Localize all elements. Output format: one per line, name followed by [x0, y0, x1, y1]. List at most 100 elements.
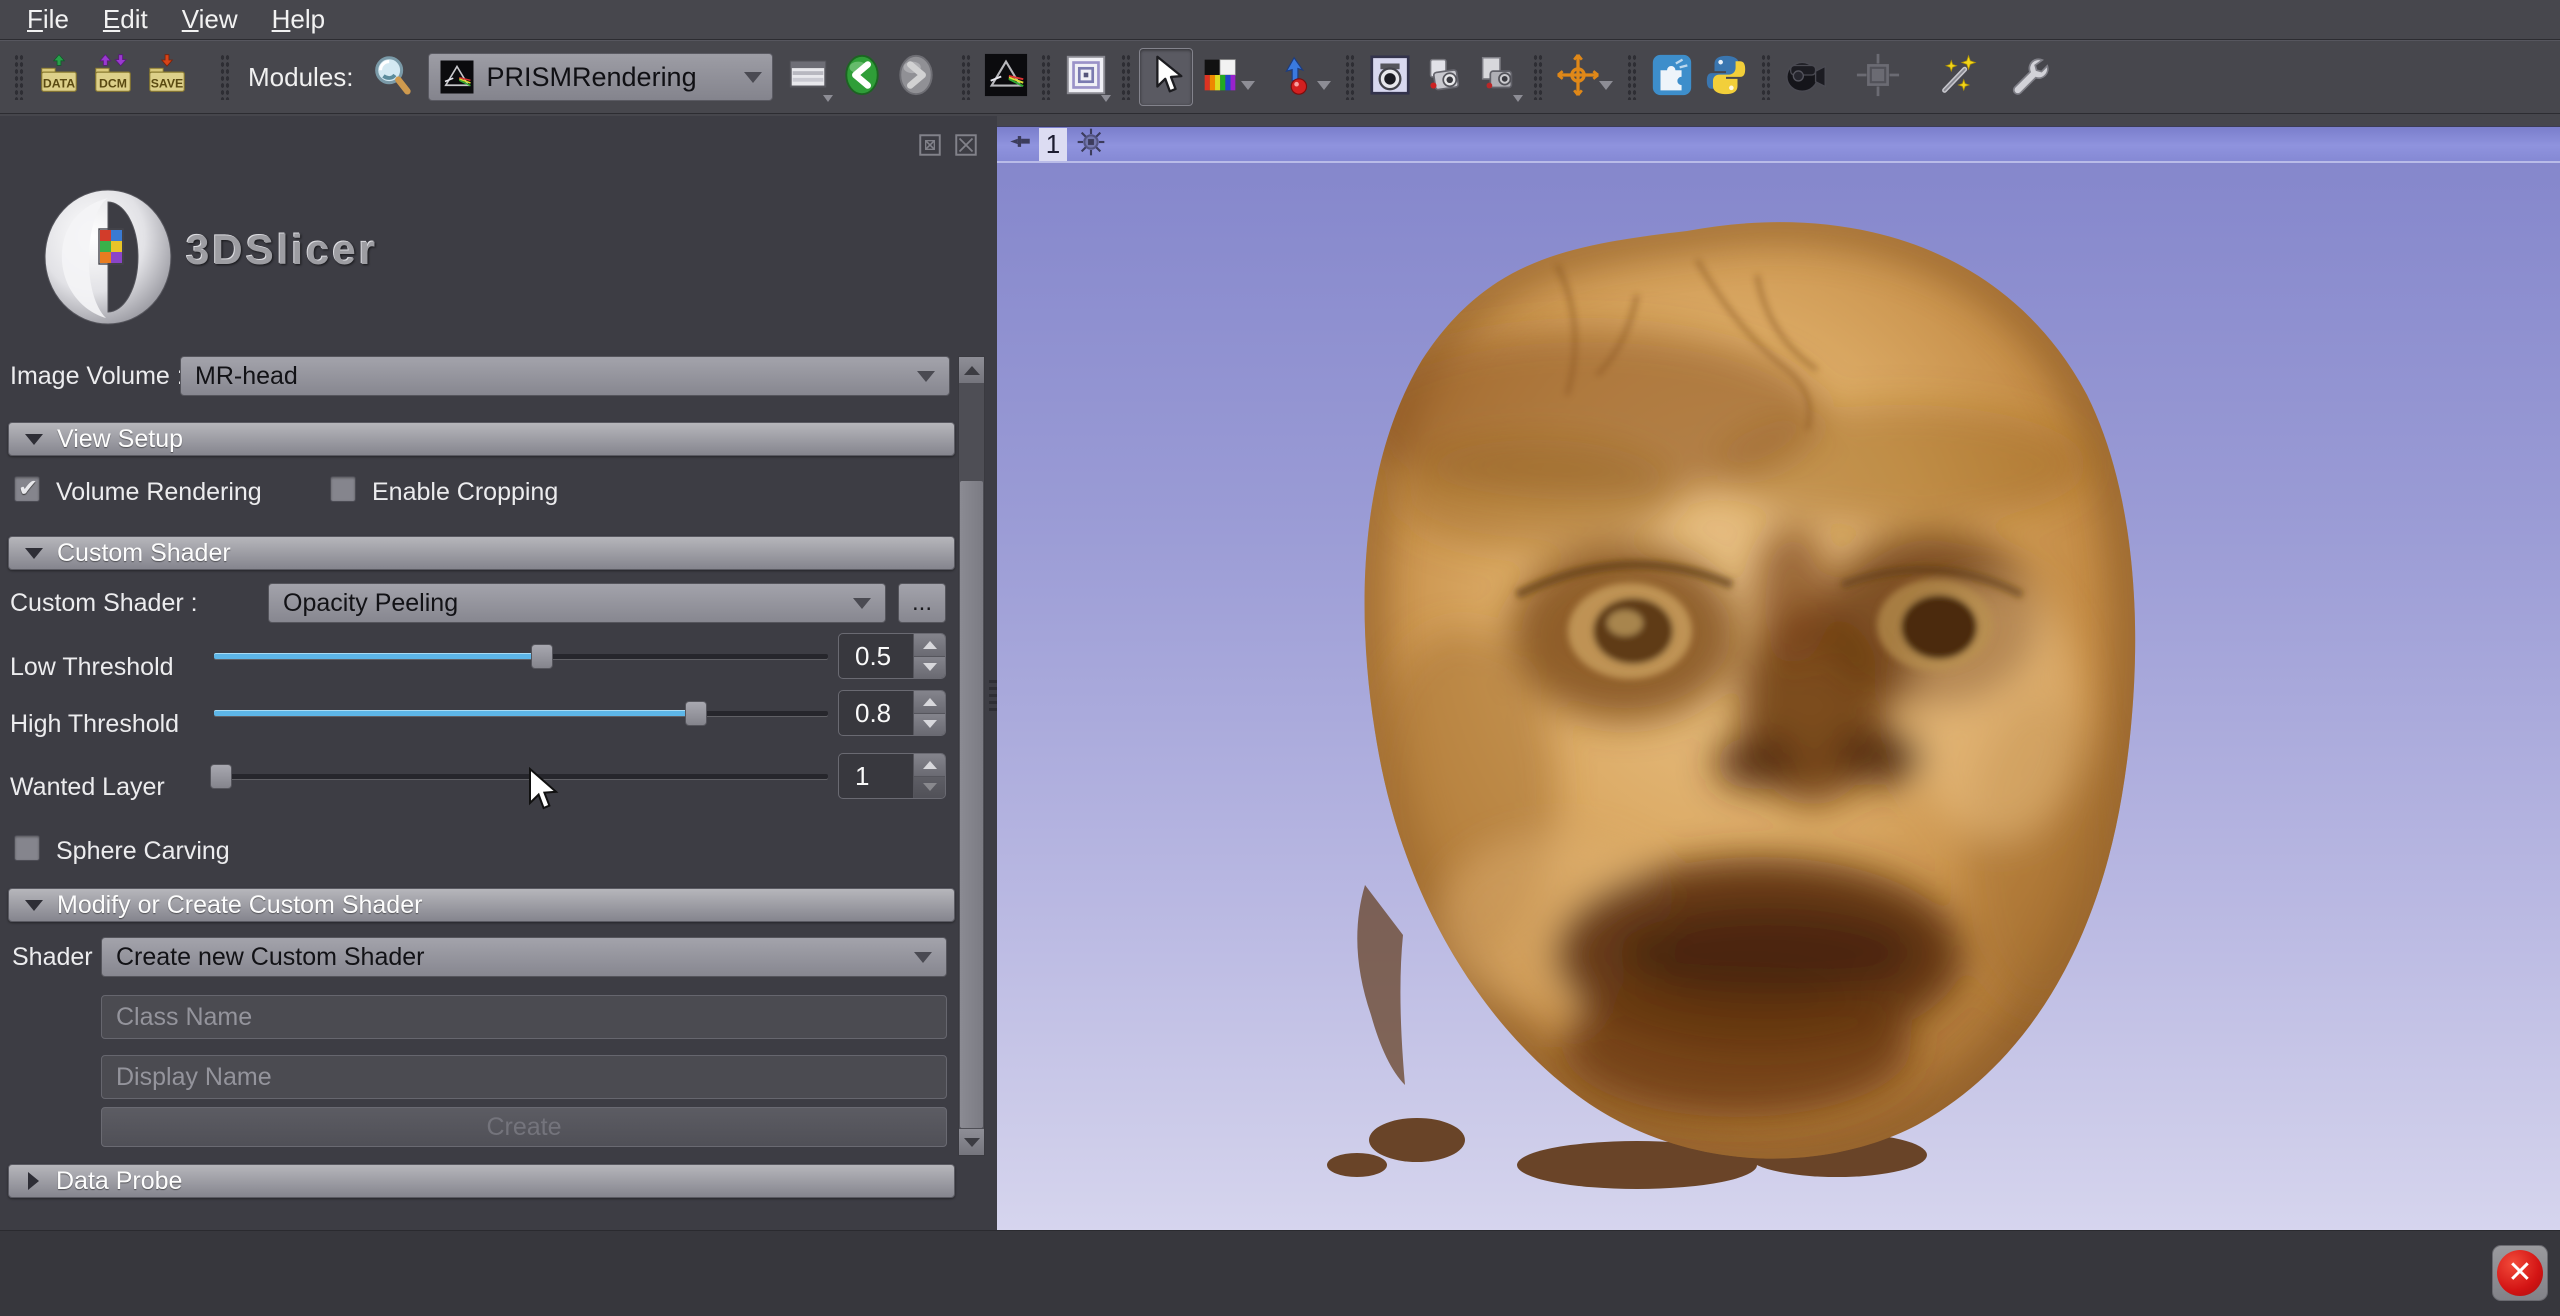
- colors-module-button[interactable]: [1193, 48, 1247, 106]
- pin-icon[interactable]: [1007, 129, 1033, 160]
- load-dicom-button[interactable]: DCM: [86, 48, 140, 106]
- slider-handle[interactable]: [685, 701, 707, 726]
- toolbar-drag-handle[interactable]: [1761, 54, 1771, 100]
- toolbar-drag-handle[interactable]: [1041, 54, 1051, 100]
- high-threshold-spinbox[interactable]: 0.8: [838, 690, 946, 736]
- video-capture-button[interactable]: [1779, 48, 1833, 106]
- chevron-down-icon: [914, 952, 932, 963]
- python-console-button[interactable]: [1699, 48, 1753, 106]
- prism-module-icon: [983, 52, 1029, 103]
- spin-down-button[interactable]: [914, 714, 945, 736]
- module-selector-value: PRISMRendering: [487, 62, 732, 93]
- section-custom-shader[interactable]: Custom Shader: [8, 536, 955, 570]
- menu-file[interactable]: File: [10, 4, 86, 35]
- wanted-layer-spinbox[interactable]: 1: [838, 753, 946, 799]
- enable-cropping-checkbox[interactable]: [330, 476, 356, 502]
- spin-down-button[interactable]: [914, 657, 945, 679]
- slider-handle[interactable]: [531, 644, 553, 669]
- scroll-down-button[interactable]: [959, 1129, 984, 1155]
- forward-arrow-icon: [893, 52, 939, 103]
- collapse-triangle-icon: [25, 900, 43, 911]
- crosshair-button[interactable]: [1551, 48, 1605, 106]
- undock-panel-icon[interactable]: [917, 132, 943, 163]
- screenshot-button[interactable]: [1363, 48, 1417, 106]
- spin-up-button[interactable]: [914, 754, 945, 777]
- chevron-down-icon: [1317, 81, 1331, 90]
- image-volume-label: Image Volume :: [10, 362, 184, 391]
- menu-view[interactable]: View: [165, 4, 255, 35]
- layout-selector-button[interactable]: [1059, 48, 1113, 106]
- wanted-layer-slider[interactable]: [214, 763, 828, 789]
- shader-more-button[interactable]: ...: [898, 583, 946, 623]
- custom-shader-title: Custom Shader: [57, 539, 231, 568]
- toolbar-drag-handle[interactable]: [961, 54, 971, 100]
- save-data-folder-icon: SAVE: [144, 52, 190, 103]
- chevron-down-icon: [1241, 81, 1255, 90]
- place-fiducial-button[interactable]: [1269, 48, 1323, 106]
- high-threshold-slider[interactable]: [214, 700, 828, 726]
- spin-up-button[interactable]: [914, 634, 945, 657]
- sphere-carving-checkbox[interactable]: [14, 835, 40, 861]
- high-threshold-label: High Threshold: [10, 710, 179, 739]
- menu-help[interactable]: Help: [255, 4, 342, 35]
- low-threshold-slider[interactable]: [214, 643, 828, 669]
- mouse-cursor: [527, 767, 561, 820]
- spin-up-button[interactable]: [914, 691, 945, 714]
- shader-dropdown[interactable]: Create new Custom Shader: [101, 937, 947, 977]
- screenshot-camera-icon: [1367, 52, 1413, 103]
- navigate-forward-button[interactable]: [889, 48, 943, 106]
- navigate-back-button[interactable]: [835, 48, 889, 106]
- image-volume-dropdown[interactable]: MR-head: [180, 356, 950, 396]
- toolbar-drag-handle[interactable]: [1345, 54, 1355, 100]
- scrollbar-thumb[interactable]: [960, 481, 983, 1128]
- panel-splitter-handle[interactable]: [989, 680, 997, 714]
- mouse-interaction-button[interactable]: [1139, 48, 1193, 106]
- module-selector-combobox[interactable]: PRISMRendering: [428, 53, 773, 101]
- create-shader-button[interactable]: Create: [101, 1107, 947, 1147]
- chevron-down-icon: [823, 95, 833, 102]
- volume-rendering-checkbox[interactable]: [14, 476, 40, 502]
- module-history-button[interactable]: [781, 48, 835, 106]
- close-panel-icon[interactable]: [953, 132, 979, 163]
- menu-edit[interactable]: Edit: [86, 4, 165, 35]
- load-data-button[interactable]: DATA: [32, 48, 86, 106]
- volume-rendered-head: [997, 165, 2560, 1232]
- toolbar-drag-handle[interactable]: [1121, 54, 1131, 100]
- data-probe-title: Data Probe: [56, 1167, 182, 1196]
- viewport-controller-bar: 1: [997, 126, 2560, 163]
- spin-down-button[interactable]: [914, 777, 945, 799]
- toolbar-drag-handle[interactable]: [1533, 54, 1543, 100]
- scene-view-button[interactable]: [1417, 48, 1471, 106]
- high-threshold-value: 0.8: [839, 691, 913, 735]
- slider-handle[interactable]: [210, 764, 232, 789]
- module-search-button[interactable]: [366, 48, 420, 106]
- mouse-pointer-icon: [1143, 52, 1189, 103]
- section-data-probe[interactable]: Data Probe: [8, 1164, 955, 1198]
- section-modify-shader[interactable]: Modify or Create Custom Shader: [8, 888, 955, 922]
- enable-cropping-label: Enable Cropping: [372, 478, 558, 507]
- save-data-button[interactable]: SAVE: [140, 48, 194, 106]
- class-name-input[interactable]: [101, 995, 947, 1039]
- panel-scrollbar[interactable]: [958, 356, 985, 1156]
- view-options-sun-icon[interactable]: [1075, 126, 1107, 163]
- section-view-setup[interactable]: View Setup: [8, 422, 955, 456]
- error-close-button[interactable]: ✕: [2492, 1245, 2548, 1301]
- prism-module-button[interactable]: [979, 48, 1033, 106]
- back-arrow-icon: [839, 52, 885, 103]
- svg-text:SAVE: SAVE: [151, 76, 183, 90]
- magic-wand-button[interactable]: [1931, 48, 1985, 106]
- toolbar-drag-handle[interactable]: [1627, 54, 1637, 100]
- custom-shader-dropdown[interactable]: Opacity Peeling: [268, 583, 886, 623]
- threeD-viewport[interactable]: 1: [997, 126, 2560, 1232]
- restore-scene-view-button[interactable]: [1471, 48, 1525, 106]
- settings-wrench-button[interactable]: [1999, 48, 2053, 106]
- extensions-manager-button[interactable]: [1645, 48, 1699, 106]
- low-threshold-value: 0.5: [839, 634, 913, 678]
- viewport-annotation-button[interactable]: [1851, 48, 1905, 106]
- display-name-input[interactable]: [101, 1055, 947, 1099]
- prism-module-icon: [439, 59, 475, 95]
- scroll-up-button[interactable]: [959, 357, 984, 383]
- low-threshold-spinbox[interactable]: 0.5: [838, 633, 946, 679]
- toolbar-drag-handle[interactable]: [220, 54, 230, 100]
- toolbar-drag-handle[interactable]: [14, 54, 24, 100]
